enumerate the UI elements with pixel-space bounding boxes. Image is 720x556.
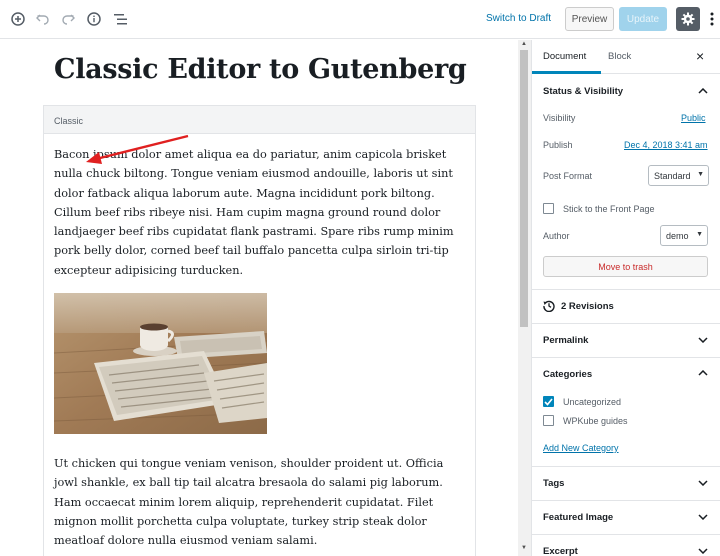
sidebar-tabs: Document Block ×	[532, 40, 720, 74]
author-value: demo	[666, 231, 689, 241]
author-select[interactable]: demo ▼	[660, 225, 708, 246]
tab-block[interactable]: Block	[608, 51, 631, 62]
redo-icon[interactable]	[58, 9, 78, 29]
scrollbar-thumb[interactable]	[520, 50, 528, 327]
chevron-up-icon[interactable]	[698, 86, 708, 96]
featured-image-panel-toggle[interactable]: Featured Image	[543, 512, 613, 523]
category-label: WPKube guides	[563, 416, 628, 426]
active-tab-indicator	[532, 71, 601, 74]
divider	[532, 289, 720, 290]
chevron-down-icon[interactable]	[698, 478, 708, 488]
post-format-select[interactable]: Standard ▼	[648, 165, 709, 186]
status-visibility-heading[interactable]: Status & Visibility	[543, 86, 623, 97]
chevron-down-icon: ▼	[696, 231, 703, 238]
editor-canvas: Classic Editor to Gutenberg Classic Baco…	[0, 40, 518, 556]
chevron-up-icon[interactable]	[698, 368, 708, 378]
publish-label: Publish	[543, 140, 573, 150]
scroll-up-arrow-icon[interactable]: ▲	[521, 41, 527, 47]
classic-block-label: Classic	[44, 106, 475, 134]
author-label: Author	[543, 231, 570, 241]
editor-toolbar: Switch to Draft Preview Update	[0, 0, 720, 39]
post-format-value: Standard	[654, 171, 691, 181]
add-block-icon[interactable]	[8, 9, 28, 29]
settings-gear-button[interactable]	[676, 7, 700, 31]
divider	[532, 357, 720, 358]
newspaper-coffee-image[interactable]	[54, 293, 267, 434]
chevron-down-icon[interactable]	[698, 512, 708, 522]
more-options-icon[interactable]	[708, 9, 716, 29]
scroll-down-arrow-icon[interactable]: ▼	[521, 545, 527, 551]
visibility-value-link[interactable]: Public	[681, 113, 706, 123]
annotation-arrow	[86, 134, 189, 164]
paragraph[interactable]: Ut chicken qui tongue veniam venison, sh…	[54, 454, 464, 550]
permalink-panel-toggle[interactable]: Permalink	[543, 335, 588, 346]
category-checkbox-uncategorized[interactable]	[543, 396, 554, 407]
settings-sidebar: Document Block × Status & Visibility Vis…	[531, 40, 720, 556]
sticky-checkbox[interactable]	[543, 203, 554, 214]
update-button[interactable]: Update	[619, 7, 667, 31]
divider	[532, 323, 720, 324]
divider	[532, 466, 720, 467]
chevron-down-icon[interactable]	[698, 335, 708, 345]
chevron-down-icon[interactable]	[698, 546, 708, 556]
checkmark-icon	[544, 397, 553, 406]
block-navigation-icon[interactable]	[110, 9, 130, 29]
chevron-down-icon: ▼	[697, 171, 704, 178]
add-new-category-link[interactable]: Add New Category	[543, 443, 619, 453]
tags-panel-toggle[interactable]: Tags	[543, 478, 564, 489]
post-format-label: Post Format	[543, 171, 593, 181]
divider	[532, 534, 720, 535]
close-icon[interactable]: ×	[696, 48, 704, 64]
info-icon[interactable]	[84, 9, 104, 29]
revisions-link[interactable]: 2 Revisions	[561, 301, 614, 312]
classic-block[interactable]: Classic Bacon ipsum dolor amet aliqua ea…	[43, 105, 476, 556]
preview-button[interactable]: Preview	[565, 7, 614, 31]
categories-panel-toggle[interactable]: Categories	[543, 369, 592, 380]
tab-document[interactable]: Document	[543, 51, 586, 62]
gear-icon	[681, 12, 695, 26]
category-label: Uncategorized	[563, 397, 622, 407]
excerpt-panel-toggle[interactable]: Excerpt	[543, 546, 578, 556]
publish-date-link[interactable]: Dec 4, 2018 3:41 am	[624, 140, 708, 150]
undo-icon[interactable]	[33, 9, 53, 29]
switch-to-draft-link[interactable]: Switch to Draft	[486, 13, 551, 24]
paragraph[interactable]: Bacon ipsum dolor amet aliqua ea do pari…	[54, 145, 464, 280]
post-title[interactable]: Classic Editor to Gutenberg	[54, 54, 467, 85]
visibility-label: Visibility	[543, 113, 576, 123]
sticky-label: Stick to the Front Page	[563, 204, 655, 214]
divider	[532, 500, 720, 501]
revisions-history-icon	[543, 299, 555, 317]
category-checkbox-wpkube-guides[interactable]	[543, 415, 554, 426]
move-to-trash-button[interactable]: Move to trash	[543, 256, 708, 277]
editor-scrollbar[interactable]: ▲ ▼	[518, 40, 531, 556]
